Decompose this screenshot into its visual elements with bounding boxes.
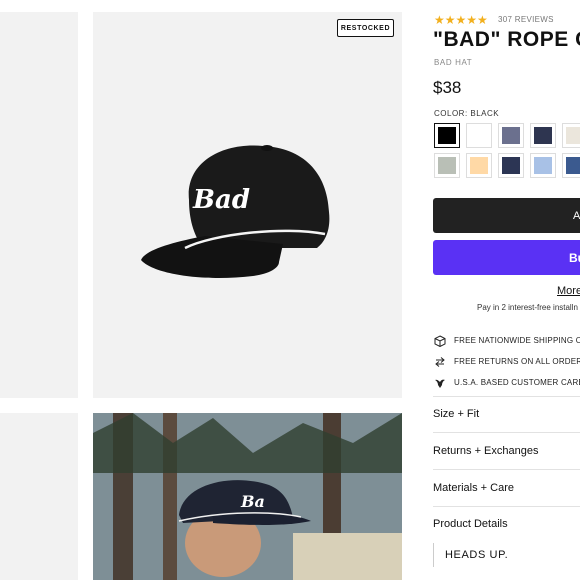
color-swatch[interactable] [434, 153, 460, 178]
accordion-returns-label: Returns + Exchanges [433, 445, 539, 457]
accordion-materials[interactable]: Materials + Care [433, 470, 580, 507]
cap-image: Bad [141, 145, 330, 279]
color-swatch[interactable] [466, 123, 492, 148]
cap-logo: Bad [192, 185, 250, 215]
accordion-materials-label: Materials + Care [433, 482, 515, 494]
gallery-thumbnail-2[interactable] [0, 413, 78, 580]
feature-shipping-text: FREE NATIONWIDE SHIPPING ON [454, 336, 580, 345]
installments-text: Pay in 2 interest-free installn [477, 303, 578, 312]
eagle-icon [433, 376, 446, 389]
rating-stars[interactable]: ★★★★★ [434, 13, 488, 27]
product-main-image[interactable]: RESTOCKED Bad [93, 12, 402, 398]
feature-support-text: U.S.A. BASED CUSTOMER CARE [454, 378, 580, 387]
feature-returns-text: FREE RETURNS ON ALL ORDERS [454, 357, 580, 366]
feature-support: U.S.A. BASED CUSTOMER CARE [433, 376, 580, 389]
color-swatch[interactable] [466, 153, 492, 178]
add-to-cart-button[interactable]: A [433, 198, 580, 233]
color-swatch[interactable] [530, 153, 556, 178]
accordion-size-fit-label: Size + Fit [433, 408, 480, 420]
color-label: COLOR: BLACK [434, 109, 500, 118]
product-title: "BAD" ROPE G [433, 28, 580, 51]
accordion-product-details[interactable]: Product Details [433, 506, 580, 542]
gallery-thumbnail[interactable] [0, 12, 78, 398]
color-swatch[interactable] [530, 123, 556, 148]
color-swatch[interactable] [434, 123, 460, 148]
lifestyle-photo[interactable]: Ba [93, 413, 402, 580]
accordion-returns[interactable]: Returns + Exchanges [433, 433, 580, 470]
accordion-size-fit[interactable]: Size + Fit [433, 396, 580, 433]
return-arrows-icon [433, 355, 446, 368]
svg-text:Ba: Ba [240, 492, 265, 511]
product-price: $38 [433, 78, 462, 97]
color-swatch[interactable] [562, 153, 580, 178]
color-swatch[interactable] [498, 153, 524, 178]
accordion-product-details-label: Product Details [433, 518, 508, 530]
box-icon [433, 334, 446, 347]
product-brand: BAD HAT [434, 58, 473, 67]
add-to-cart-label: A [573, 209, 580, 222]
buy-now-button[interactable]: Bu [433, 240, 580, 275]
feature-shipping: FREE NATIONWIDE SHIPPING ON [433, 334, 580, 347]
color-swatch[interactable] [498, 123, 524, 148]
color-swatch[interactable] [562, 123, 580, 148]
details-heads-up: HEADS UP. [433, 543, 508, 567]
buy-now-label: Bu [569, 250, 580, 265]
more-payment-options-link[interactable]: More [557, 285, 580, 297]
review-count[interactable]: 307 REVIEWS [498, 15, 554, 24]
feature-returns: FREE RETURNS ON ALL ORDERS [433, 355, 580, 368]
